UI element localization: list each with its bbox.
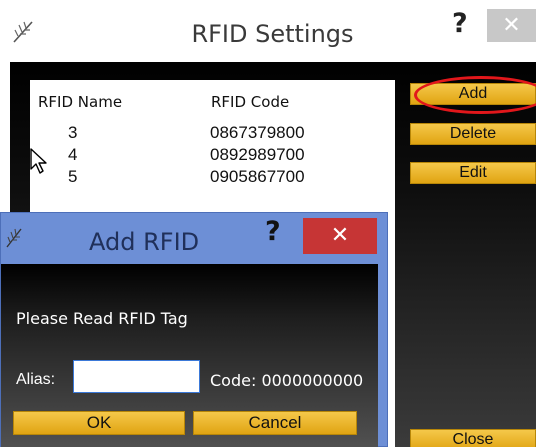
rfid-name-cell: 3 xyxy=(68,123,78,142)
add-rfid-dialog: Add RFID ? ✕ Please Read RFID Tag Alias:… xyxy=(0,212,388,447)
help-button[interactable]: ? xyxy=(452,8,468,39)
add-button-highlight-circle xyxy=(414,76,536,114)
rfid-name-cell: 5 xyxy=(68,167,78,186)
mouse-cursor-icon xyxy=(30,148,47,174)
list-row[interactable]: 4 0892989700 xyxy=(30,145,395,167)
list-row[interactable]: 3 0867379800 xyxy=(30,123,395,145)
code-label: Code: 0000000000 xyxy=(210,371,364,390)
close-button[interactable]: Close xyxy=(410,429,536,447)
rfid-code-cell: 0867379800 xyxy=(210,123,305,142)
rfid-code-cell: 0905867700 xyxy=(210,167,305,186)
window-close-button[interactable]: ✕ xyxy=(487,9,536,42)
alias-label: Alias: xyxy=(16,371,56,388)
edit-button[interactable]: Edit xyxy=(410,162,536,184)
list-header: RFID Name RFID Code xyxy=(30,90,395,114)
read-tag-prompt: Please Read RFID Tag xyxy=(16,309,188,328)
delete-button[interactable]: Delete xyxy=(410,123,536,145)
list-row[interactable]: 5 0905867700 xyxy=(30,167,395,189)
cancel-button[interactable]: Cancel xyxy=(193,411,357,435)
alias-input[interactable] xyxy=(73,360,200,393)
dialog-body: Please Read RFID Tag Alias: Code: 000000… xyxy=(1,264,378,447)
dialog-close-button[interactable]: ✕ xyxy=(303,218,377,254)
rfid-name-cell: 4 xyxy=(68,145,78,164)
column-header-name[interactable]: RFID Name xyxy=(38,93,122,111)
column-header-code[interactable]: RFID Code xyxy=(211,93,289,111)
dialog-help-button[interactable]: ? xyxy=(265,216,281,247)
ok-button[interactable]: OK xyxy=(13,411,185,435)
rfid-code-cell: 0892989700 xyxy=(210,145,305,164)
main-title-bar: RFID Settings ? ✕ xyxy=(0,0,536,62)
app-feather-icon xyxy=(6,228,22,248)
dialog-title: Add RFID xyxy=(89,228,200,256)
